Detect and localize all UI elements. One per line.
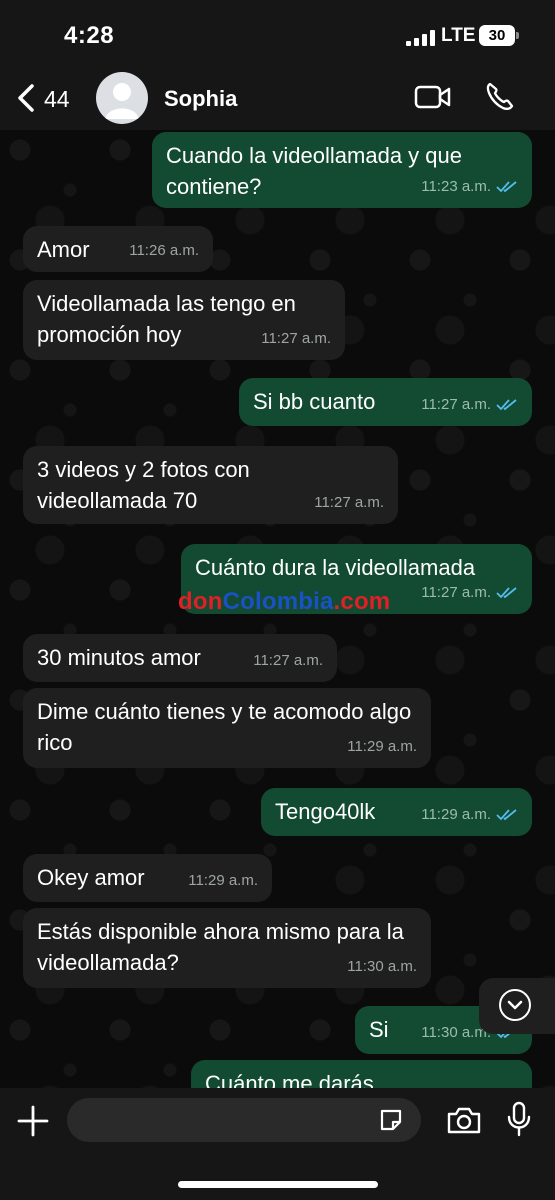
message-text: 3 videos y 2 fotos con videollamada 70	[37, 457, 250, 513]
message-incoming[interactable]: Okey amor 11:29 a.m.	[23, 854, 272, 902]
message-time: 11:27 a.m.	[314, 494, 384, 511]
message-text: Videollamada las tengo en promoción hoy	[37, 291, 296, 347]
message-outgoing[interactable]: Cuando la videollamada y que contiene? 1…	[152, 132, 532, 208]
message-text: 30 minutos amor	[37, 645, 201, 670]
camera-icon[interactable]	[446, 1105, 482, 1135]
chat-area[interactable]: Cuando la videollamada y que contiene? 1…	[0, 130, 555, 1088]
message-meta: 11:29 a.m.	[188, 865, 258, 896]
read-ticks-icon	[496, 586, 517, 598]
signal-icon	[406, 30, 435, 46]
message-time: 11:27 a.m.	[253, 652, 323, 669]
message-text: Si	[369, 1017, 389, 1042]
message-meta: 11:23 a.m.	[421, 171, 518, 202]
status-time: 4:28	[64, 22, 115, 49]
message-time: 11:27 a.m.	[261, 330, 331, 347]
message-time: 11:29 a.m.	[188, 872, 258, 889]
message-text: Cuando la videollamada y que contiene?	[166, 143, 462, 199]
message-text: Tengo40lk	[275, 799, 376, 824]
message-input[interactable]	[67, 1098, 421, 1142]
message-time: 11:27 a.m.	[421, 584, 491, 601]
message-outgoing[interactable]: Si bb cuanto 11:27 a.m.	[239, 378, 532, 426]
message-time: 11:23 a.m.	[421, 178, 491, 195]
message-time: 11:29 a.m.	[421, 806, 491, 823]
watermark-logo: donColombia.com	[178, 588, 391, 615]
message-meta: 11:27 a.m.	[253, 645, 323, 676]
phone-call-icon[interactable]	[484, 80, 516, 112]
message-text: Amor	[37, 237, 90, 262]
message-incoming[interactable]: 3 videos y 2 fotos con videollamada 70 1…	[23, 446, 398, 524]
unread-count[interactable]: 44	[44, 86, 70, 113]
message-outgoing[interactable]: Cuánto me darás	[191, 1060, 532, 1088]
home-indicator[interactable]	[178, 1181, 378, 1188]
message-meta: 11:27 a.m.	[421, 577, 518, 608]
back-chevron-icon[interactable]	[10, 80, 46, 116]
message-time: 11:27 a.m.	[421, 396, 491, 413]
read-ticks-icon	[496, 398, 517, 410]
message-text: Okey amor	[37, 865, 145, 890]
battery-icon: 30	[479, 25, 519, 46]
message-incoming[interactable]: Estás disponible ahora mismo para la vid…	[23, 908, 431, 988]
chevron-down-icon	[499, 989, 531, 1021]
message-meta: 11:27 a.m.	[261, 323, 331, 354]
message-incoming[interactable]: Videollamada las tengo en promoción hoy …	[23, 280, 345, 360]
message-outgoing[interactable]: Tengo40lk 11:29 a.m.	[261, 788, 532, 836]
message-incoming[interactable]: Dime cuánto tienes y te acomodo algo ric…	[23, 688, 431, 768]
message-time: 11:29 a.m.	[347, 738, 417, 755]
message-meta: 11:29 a.m.	[421, 799, 518, 830]
sticker-icon[interactable]	[378, 1107, 404, 1133]
plus-icon[interactable]	[16, 1104, 50, 1138]
message-incoming[interactable]: 30 minutos amor 11:27 a.m.	[23, 634, 337, 682]
message-meta: 11:27 a.m.	[314, 487, 384, 518]
read-ticks-icon	[496, 808, 517, 820]
message-incoming[interactable]: Amor 11:26 a.m.	[23, 226, 213, 272]
contact-name[interactable]: Sophia	[164, 86, 237, 112]
message-time: 11:26 a.m.	[129, 242, 199, 259]
message-meta: 11:26 a.m.	[129, 235, 199, 266]
message-meta: 11:27 a.m.	[421, 389, 518, 420]
message-meta: 11:30 a.m.	[347, 951, 417, 982]
read-ticks-icon	[496, 180, 517, 192]
message-time: 11:30 a.m.	[347, 958, 417, 975]
avatar-person-icon	[105, 83, 139, 119]
network-label: LTE	[441, 25, 476, 46]
message-text: Cuánto me darás	[205, 1071, 374, 1088]
video-call-icon[interactable]	[414, 82, 452, 112]
message-text: Si bb cuanto	[253, 389, 376, 414]
contact-avatar[interactable]	[96, 72, 148, 124]
microphone-icon[interactable]	[506, 1101, 532, 1137]
scroll-to-bottom-button[interactable]	[479, 978, 555, 1034]
status-bar: 4:28 LTE 30	[0, 0, 555, 70]
chat-header: 44 Sophia	[0, 70, 555, 130]
message-meta: 11:29 a.m.	[347, 731, 417, 762]
